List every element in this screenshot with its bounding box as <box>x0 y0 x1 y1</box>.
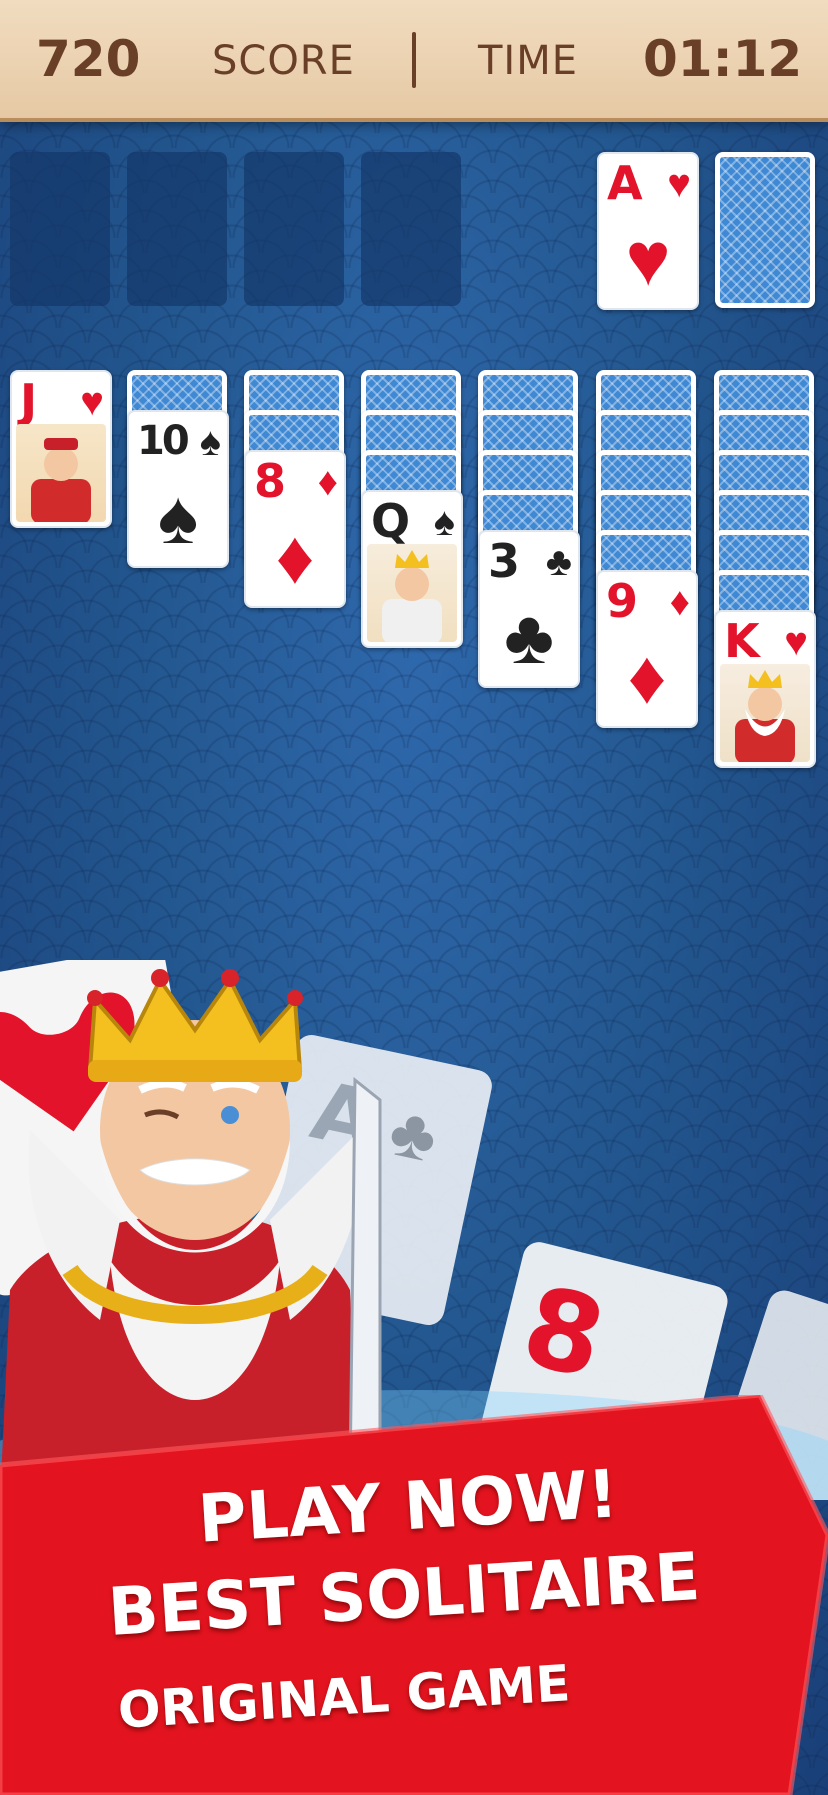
heart-icon: ♥ <box>80 380 104 424</box>
card-rank: Q <box>371 494 411 548</box>
hud-divider <box>412 32 416 88</box>
tableau-card[interactable]: K ♥ <box>714 610 816 768</box>
score-label: SCORE <box>212 38 355 84</box>
diamond-icon: ♦ <box>627 635 667 720</box>
diamond-icon: ♦ <box>317 460 338 504</box>
queen-portrait <box>367 544 457 642</box>
diamond-icon: ♦ <box>669 580 690 624</box>
card-rank: 10 <box>137 418 190 464</box>
diamond-icon: ♦ <box>275 515 315 600</box>
tableau-card[interactable]: 9 ♦ ♦ <box>596 570 698 728</box>
spade-icon: ♠ <box>199 420 221 464</box>
foundation-slot-3[interactable] <box>244 152 344 306</box>
time-label: TIME <box>478 38 579 84</box>
foundation-slot-4[interactable] <box>361 152 461 306</box>
spade-icon: ♠ <box>157 475 199 560</box>
foundation-slot-1[interactable] <box>10 152 110 306</box>
foundation-slot-2[interactable] <box>127 152 227 306</box>
king-portrait <box>720 664 810 762</box>
score-value: 720 <box>36 30 141 88</box>
spade-icon: ♠ <box>433 500 455 544</box>
waste-card-ace-hearts[interactable]: A ♥ ♥ <box>597 152 699 310</box>
jack-portrait <box>16 424 106 522</box>
card-rank: 9 <box>606 574 639 628</box>
club-icon: ♣ <box>545 540 572 584</box>
card-rank: 8 <box>254 454 287 508</box>
card-rank: J <box>20 374 38 428</box>
card-rank: 3 <box>488 534 521 588</box>
game-screen: 720 SCORE TIME 01:12 A ♥ ♥ J ♥ 10 ♠ ♠ 8 ♦ ♦ Q ♠ 3 ♣… <box>0 0 828 1795</box>
heart-icon: ♥ <box>667 162 691 206</box>
tableau-card[interactable]: 8 ♦ ♦ <box>244 450 346 608</box>
tableau-card[interactable]: 10 ♠ ♠ <box>127 410 229 568</box>
time-value: 01:12 <box>643 30 803 88</box>
card-rank: A <box>607 156 643 210</box>
hud-bar: 720 SCORE TIME 01:12 <box>0 0 828 122</box>
heart-icon: ♥ <box>784 620 808 664</box>
tableau-card[interactable]: 3 ♣ ♣ <box>478 530 580 688</box>
tableau-card[interactable]: Q ♠ <box>361 490 463 648</box>
club-icon: ♣ <box>504 595 554 680</box>
heart-icon: ♥ <box>625 217 671 302</box>
tableau-card[interactable]: J ♥ <box>10 370 112 528</box>
card-rank: K <box>724 614 760 668</box>
stock-pile[interactable] <box>715 152 815 308</box>
